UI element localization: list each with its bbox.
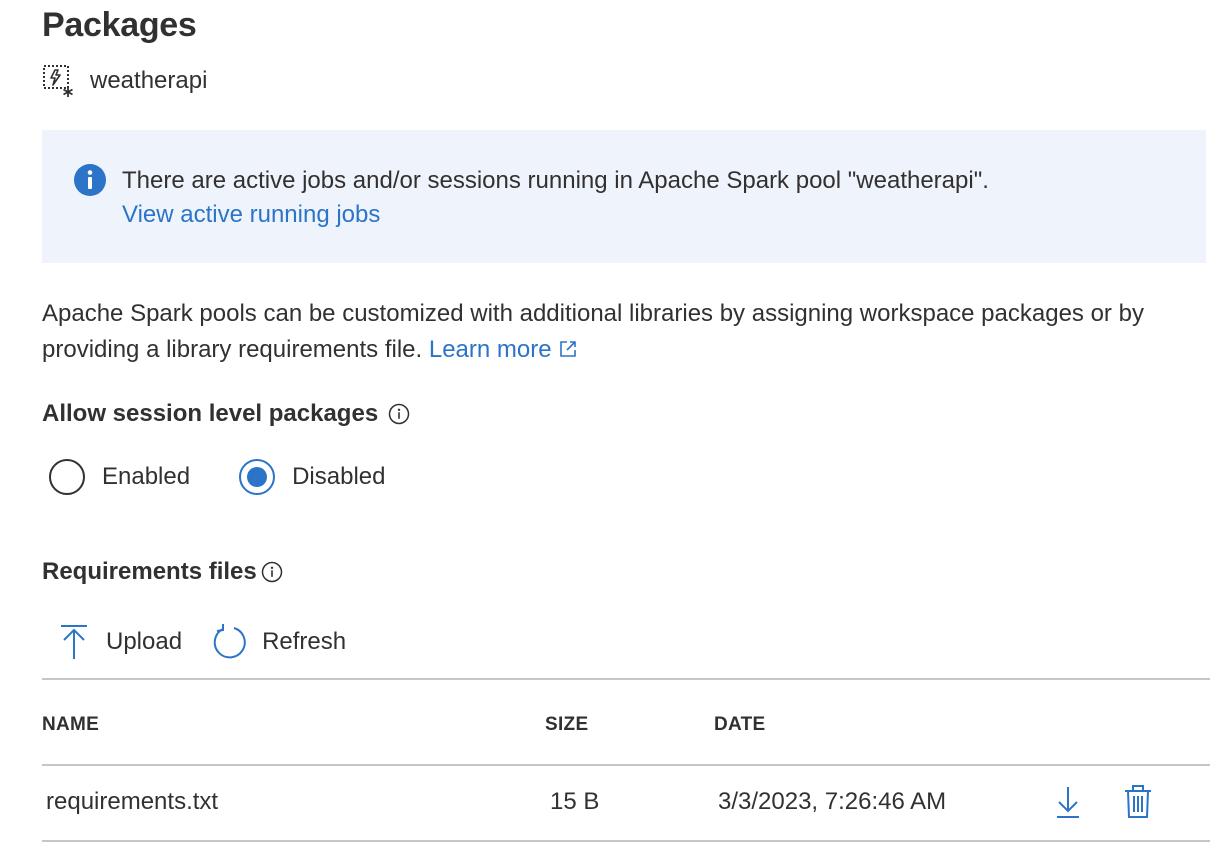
info-message: There are active jobs and/or sessions ru… — [122, 164, 989, 232]
requirements-files-label: Requirements files — [42, 558, 283, 586]
column-header-name[interactable]: NAME — [42, 714, 99, 736]
description-text: Apache Spark pools can be customized wit… — [42, 300, 1144, 363]
session-packages-radio-group: Enabled Disabled — [48, 458, 433, 496]
requirements-table: NAME SIZE DATE requirements.txt 15 B 3/3… — [42, 678, 1210, 842]
table-row-divider — [42, 840, 1210, 842]
column-header-size[interactable]: SIZE — [545, 714, 588, 736]
pool-name: weatherapi — [90, 67, 208, 94]
radio-disabled-label: Disabled — [292, 463, 386, 490]
description: Apache Spark pools can be customized wit… — [42, 296, 1212, 368]
refresh-icon — [212, 622, 248, 662]
file-size: 15 B — [550, 788, 600, 815]
file-date: 3/3/2023, 7:26:46 AM — [718, 788, 947, 815]
info-tooltip-icon[interactable] — [261, 561, 283, 583]
radio-enabled[interactable]: Enabled — [48, 458, 190, 496]
spark-pool-icon — [42, 64, 76, 98]
radio-enabled-label: Enabled — [102, 463, 191, 490]
requirements-toolbar: Upload Refresh — [56, 622, 376, 662]
info-icon — [74, 164, 106, 196]
refresh-label: Refresh — [262, 628, 347, 655]
radio-unchecked-icon — [48, 458, 86, 496]
external-link-icon — [558, 334, 578, 357]
view-active-jobs-link[interactable]: View active running jobs — [122, 201, 380, 228]
delete-icon[interactable] — [1122, 784, 1154, 820]
learn-more-label: Learn more — [428, 336, 552, 363]
table-header: NAME SIZE DATE — [42, 680, 1210, 764]
radio-checked-icon — [238, 458, 276, 496]
info-tooltip-icon[interactable] — [388, 403, 410, 425]
info-message-bar: There are active jobs and/or sessions ru… — [42, 130, 1206, 263]
file-name-link[interactable]: requirements.txt — [46, 788, 218, 816]
table-row: requirements.txt 15 B 3/3/2023, 7:26:46 … — [42, 766, 1210, 840]
upload-icon — [56, 622, 92, 662]
learn-more-link[interactable]: Learn more — [429, 336, 578, 363]
radio-disabled[interactable]: Disabled — [238, 458, 385, 496]
download-icon[interactable] — [1052, 784, 1084, 820]
requirements-files-label-text: Requirements files — [42, 558, 257, 585]
pool-header: weatherapi — [42, 64, 207, 98]
info-message-text: There are active jobs and/or sessions ru… — [122, 167, 989, 194]
session-packages-label: Allow session level packages — [42, 400, 410, 428]
upload-label: Upload — [106, 628, 183, 655]
packages-panel: Packages weatherapi There are active job… — [0, 0, 1226, 858]
page-title: Packages — [42, 6, 197, 44]
column-header-date[interactable]: DATE — [714, 714, 766, 736]
refresh-button[interactable]: Refresh — [212, 622, 346, 662]
session-packages-label-text: Allow session level packages — [42, 400, 379, 427]
upload-button[interactable]: Upload — [56, 622, 182, 662]
